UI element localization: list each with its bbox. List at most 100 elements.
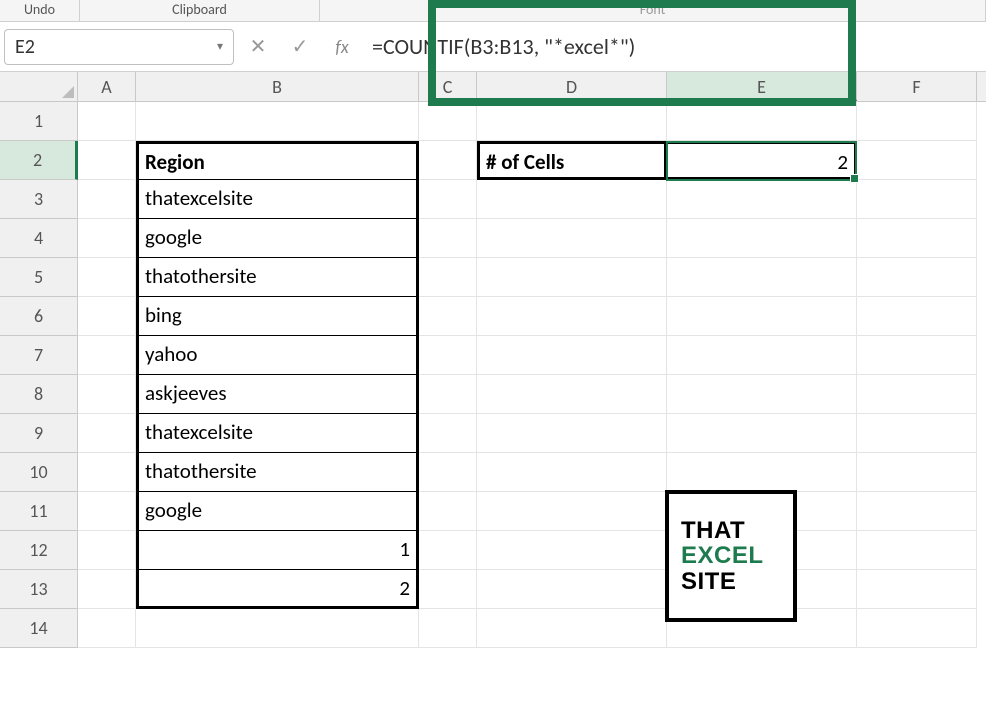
row-header-6[interactable]: 6 — [0, 297, 78, 336]
cell-c13[interactable] — [419, 570, 477, 609]
cell-f9[interactable] — [857, 414, 977, 453]
cell-a2[interactable] — [78, 141, 136, 180]
cell-b1[interactable] — [136, 102, 419, 141]
insert-function-button[interactable]: fx — [324, 29, 360, 65]
cell-c1[interactable] — [419, 102, 477, 141]
cell-a12[interactable] — [78, 531, 136, 570]
cell-d1[interactable] — [477, 102, 667, 141]
cell-b8[interactable]: askjeeves — [136, 375, 419, 414]
cell-a14[interactable] — [78, 609, 136, 648]
cell-d6[interactable] — [477, 297, 667, 336]
column-header-c[interactable]: C — [419, 72, 477, 101]
cell-c8[interactable] — [419, 375, 477, 414]
name-box[interactable]: E2 ▾ — [4, 29, 234, 65]
row-header-14[interactable]: 14 — [0, 609, 78, 648]
cell-e10[interactable] — [667, 453, 857, 492]
cell-c3[interactable] — [419, 180, 477, 219]
cell-c11[interactable] — [419, 492, 477, 531]
row-header-12[interactable]: 12 — [0, 531, 78, 570]
cell-b4[interactable]: google — [136, 219, 419, 258]
cell-a9[interactable] — [78, 414, 136, 453]
cell-a11[interactable] — [78, 492, 136, 531]
cell-d11[interactable] — [477, 492, 667, 531]
cell-b11[interactable]: google — [136, 492, 419, 531]
cell-c2[interactable] — [419, 141, 477, 180]
cell-d13[interactable] — [477, 570, 667, 609]
cell-e2[interactable]: 2 — [667, 141, 857, 180]
row-header-10[interactable]: 10 — [0, 453, 78, 492]
cell-f5[interactable] — [857, 258, 977, 297]
cell-b3[interactable]: thatexcelsite — [136, 180, 419, 219]
cell-c7[interactable] — [419, 336, 477, 375]
cell-c4[interactable] — [419, 219, 477, 258]
column-header-f[interactable]: F — [857, 72, 977, 101]
cell-f12[interactable] — [857, 531, 977, 570]
cell-e4[interactable] — [667, 219, 857, 258]
row-header-1[interactable]: 1 — [0, 102, 78, 141]
accept-formula-button[interactable]: ✓ — [282, 29, 318, 65]
cell-b5[interactable]: thatothersite — [136, 258, 419, 297]
cell-a8[interactable] — [78, 375, 136, 414]
cell-e8[interactable] — [667, 375, 857, 414]
cell-c6[interactable] — [419, 297, 477, 336]
cell-b6[interactable]: bing — [136, 297, 419, 336]
cell-c10[interactable] — [419, 453, 477, 492]
cell-f1[interactable] — [857, 102, 977, 141]
cell-f11[interactable] — [857, 492, 977, 531]
cell-b10[interactable]: thatothersite — [136, 453, 419, 492]
cell-f2[interactable] — [857, 141, 977, 180]
formula-input[interactable] — [366, 29, 982, 65]
cell-f13[interactable] — [857, 570, 977, 609]
cell-d12[interactable] — [477, 531, 667, 570]
column-header-d[interactable]: D — [477, 72, 667, 101]
row-header-7[interactable]: 7 — [0, 336, 78, 375]
cell-a13[interactable] — [78, 570, 136, 609]
cell-a3[interactable] — [78, 180, 136, 219]
row-header-2[interactable]: 2 — [0, 141, 78, 180]
cell-c9[interactable] — [419, 414, 477, 453]
cell-d5[interactable] — [477, 258, 667, 297]
column-header-e[interactable]: E — [667, 72, 857, 101]
cell-b9[interactable]: thatexcelsite — [136, 414, 419, 453]
cell-f4[interactable] — [857, 219, 977, 258]
cancel-formula-button[interactable]: ✕ — [240, 29, 276, 65]
cell-d9[interactable] — [477, 414, 667, 453]
cell-a6[interactable] — [78, 297, 136, 336]
cell-a7[interactable] — [78, 336, 136, 375]
cell-e5[interactable] — [667, 258, 857, 297]
cell-e1[interactable] — [667, 102, 857, 141]
cell-f7[interactable] — [857, 336, 977, 375]
cell-b2[interactable]: Region — [136, 141, 419, 180]
cell-e6[interactable] — [667, 297, 857, 336]
row-header-4[interactable]: 4 — [0, 219, 78, 258]
cell-f10[interactable] — [857, 453, 977, 492]
cell-a10[interactable] — [78, 453, 136, 492]
cell-d10[interactable] — [477, 453, 667, 492]
cell-a5[interactable] — [78, 258, 136, 297]
cell-c14[interactable] — [419, 609, 477, 648]
column-header-a[interactable]: A — [78, 72, 136, 101]
row-header-9[interactable]: 9 — [0, 414, 78, 453]
cell-d14[interactable] — [477, 609, 667, 648]
cell-c5[interactable] — [419, 258, 477, 297]
chevron-down-icon[interactable]: ▾ — [217, 39, 223, 54]
cell-b7[interactable]: yahoo — [136, 336, 419, 375]
cell-b13[interactable]: 2 — [136, 570, 419, 609]
row-header-11[interactable]: 11 — [0, 492, 78, 531]
cell-d2[interactable]: # of Cells — [477, 141, 667, 180]
cell-f14[interactable] — [857, 609, 977, 648]
cell-e9[interactable] — [667, 414, 857, 453]
cell-f6[interactable] — [857, 297, 977, 336]
column-header-b[interactable]: B — [136, 72, 419, 101]
row-header-8[interactable]: 8 — [0, 375, 78, 414]
cells-area[interactable]: Region # of Cells 2 thatexcelsite google — [78, 102, 986, 648]
cell-a4[interactable] — [78, 219, 136, 258]
cell-e3[interactable] — [667, 180, 857, 219]
cell-b12[interactable]: 1 — [136, 531, 419, 570]
cell-d7[interactable] — [477, 336, 667, 375]
cell-d3[interactable] — [477, 180, 667, 219]
row-header-5[interactable]: 5 — [0, 258, 78, 297]
cell-a1[interactable] — [78, 102, 136, 141]
cell-b14[interactable] — [136, 609, 419, 648]
cell-d8[interactable] — [477, 375, 667, 414]
